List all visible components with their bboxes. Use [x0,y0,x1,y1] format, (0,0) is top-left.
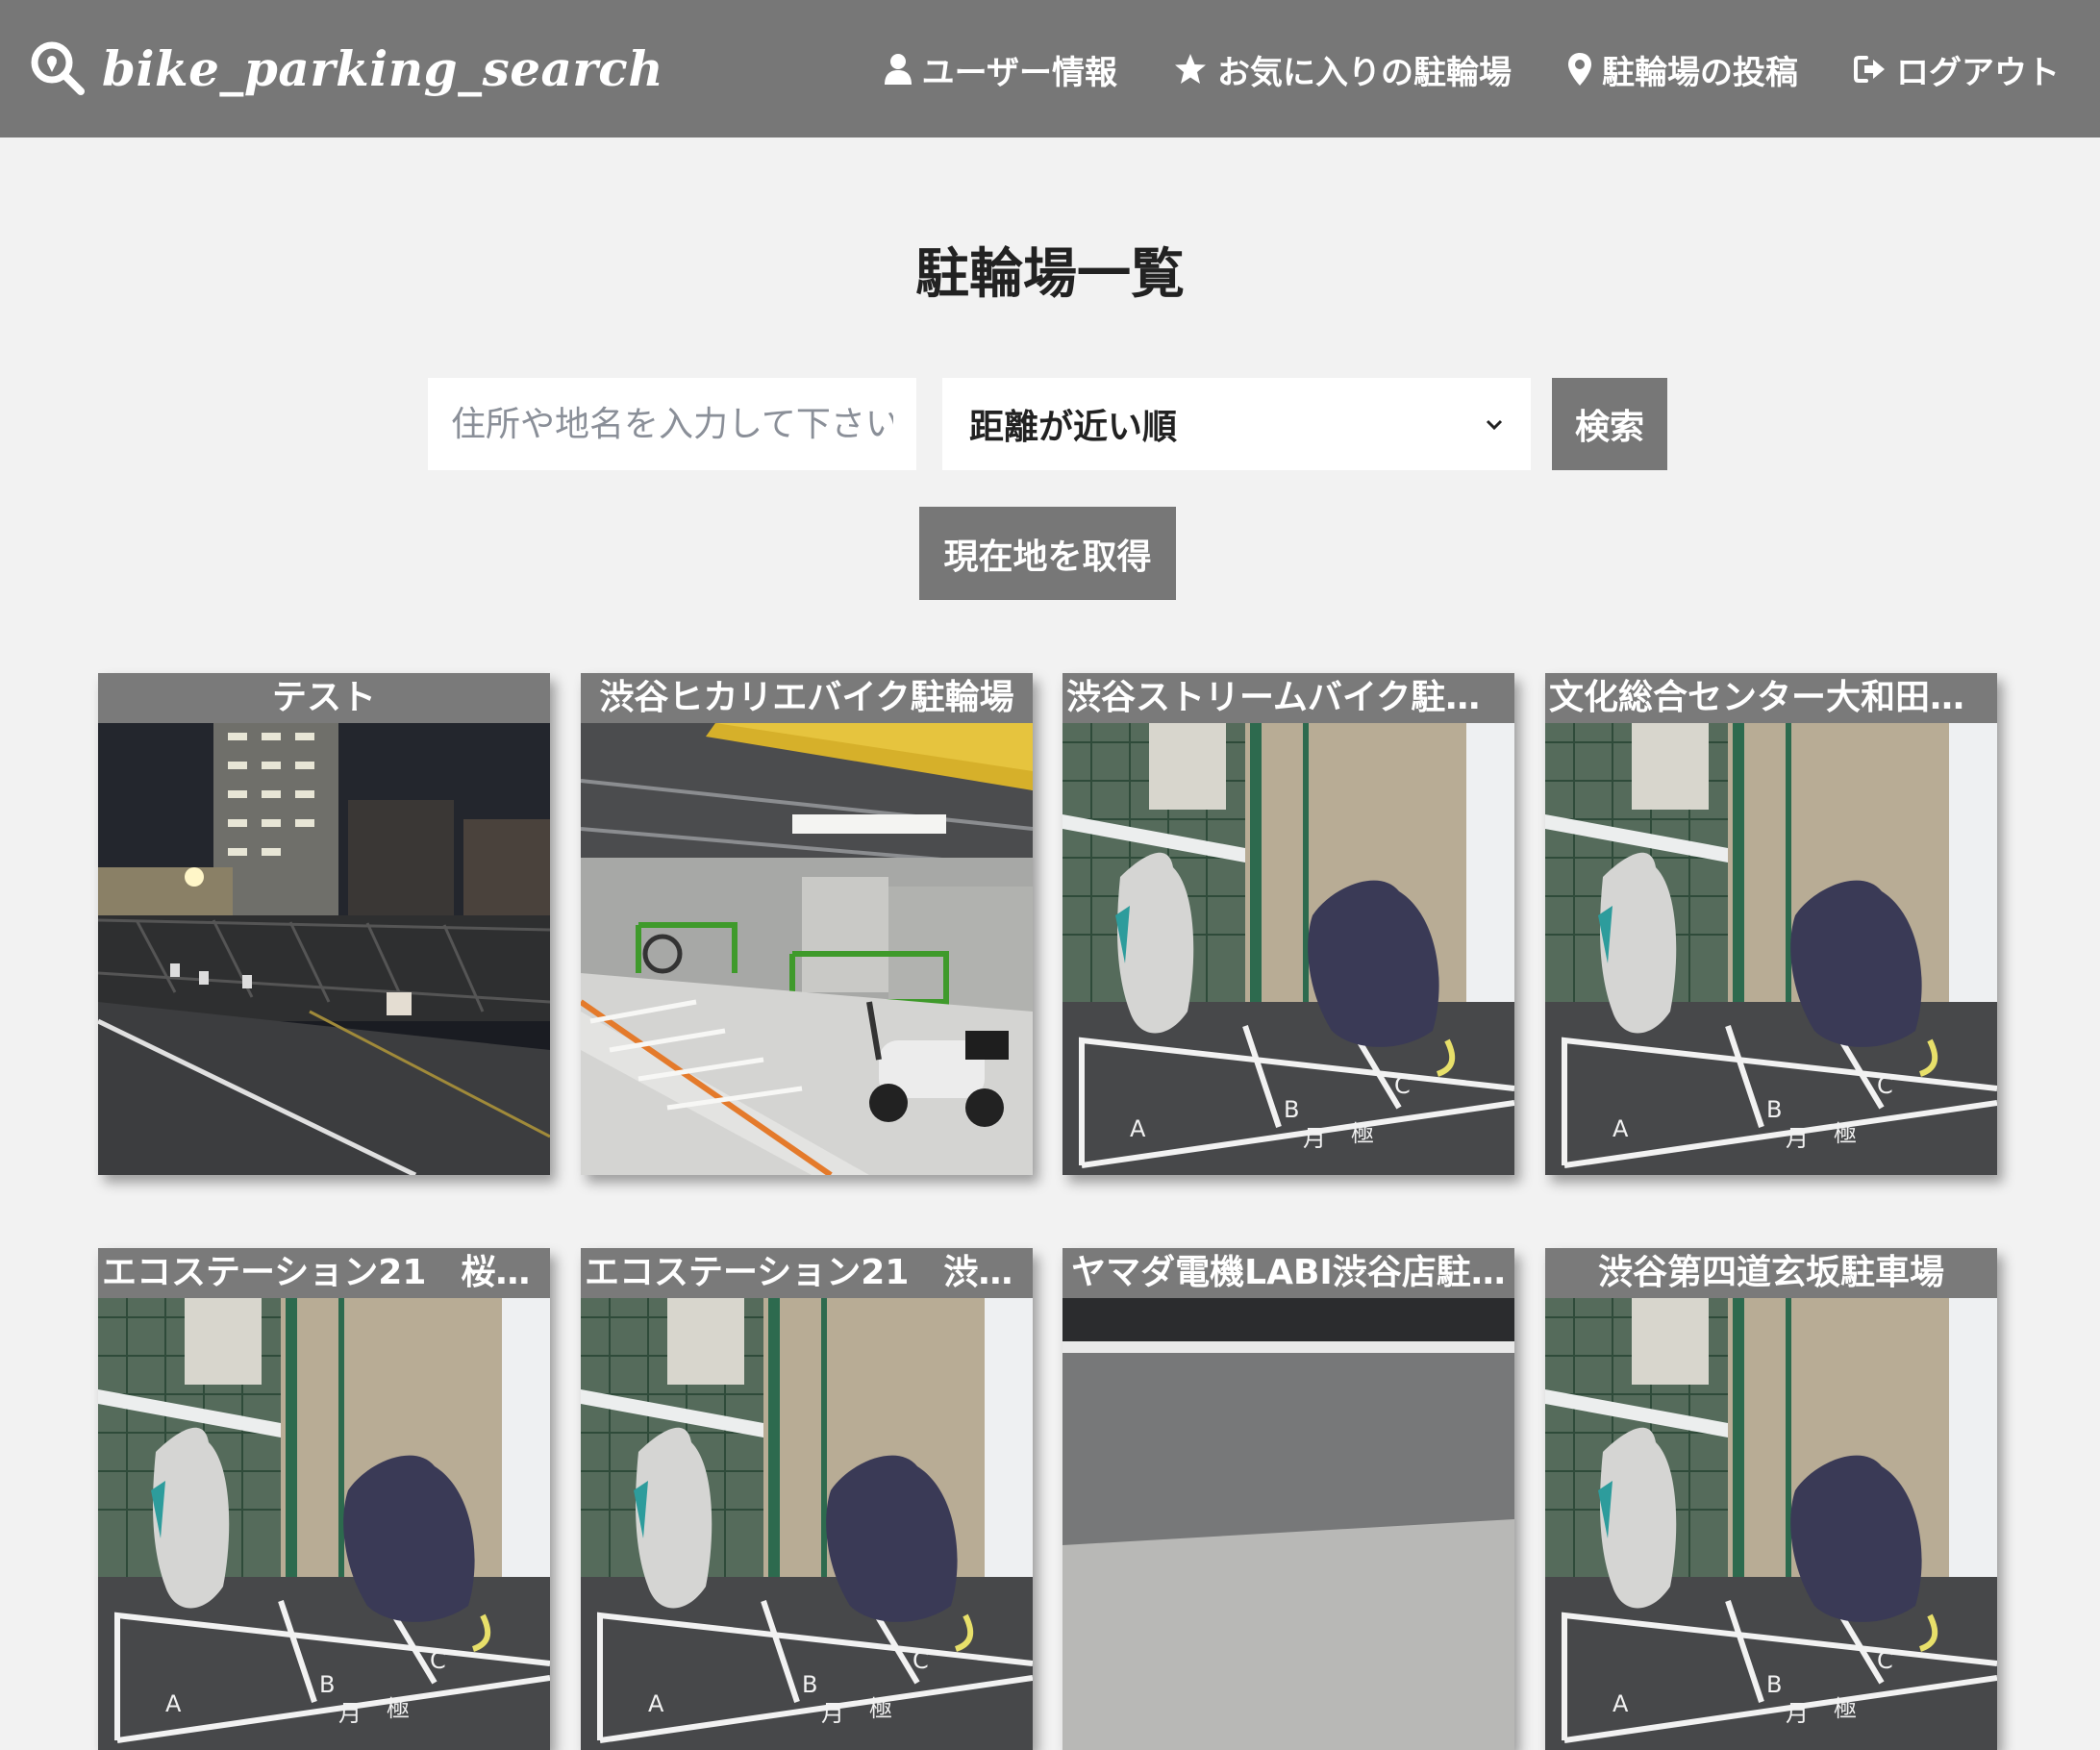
parking-photo [1545,1298,1997,1750]
parking-card-title: ヤマダ電機LABI渋谷店駐… [1062,1248,1514,1298]
parking-card-title: エコステーション21 渋谷ヒ… [581,1248,1033,1298]
sort-order-select[interactable]: 距離が近い順 [942,378,1531,470]
nav-post-parking[interactable]: 駐輪場の投稿 [1567,46,1798,93]
brand-link[interactable]: bike_parking_search [29,35,663,102]
get-current-location-button[interactable]: 現在地を取得 [919,507,1176,600]
logout-icon [1854,56,1885,83]
parking-photo [1062,723,1514,1175]
parking-photo [98,723,550,1175]
parking-card[interactable]: 渋谷第四道玄坂駐車場 [1545,1248,1997,1750]
parking-card[interactable]: テスト [98,673,550,1175]
nav-logout[interactable]: ログアウト [1854,46,2060,93]
parking-card[interactable]: エコステーション21 渋谷ヒ… [581,1248,1033,1750]
top-navbar: bike_parking_search ユーザー情報 お気に入りの駐輪場 駐輪場… [0,0,2100,138]
address-search-input[interactable] [428,378,916,470]
parking-card-title: 渋谷ストリームバイク駐輪場 [1062,673,1514,723]
parking-photo [98,1298,550,1750]
parking-card[interactable]: 渋谷ヒカリエバイク駐輪場 [581,673,1033,1175]
parking-photo [581,1298,1033,1750]
nav-favorites[interactable]: お気に入りの駐輪場 [1173,46,1512,93]
nav-logout-label: ログアウト [1896,53,2060,92]
parking-card-title: 渋谷第四道玄坂駐車場 [1545,1248,1997,1298]
parking-card[interactable]: ヤマダ電機LABI渋谷店駐… [1062,1248,1514,1750]
page-title: 駐輪場一覧 [915,243,1185,306]
search-location-icon [31,41,85,95]
parking-photo [1062,1298,1514,1750]
sort-selected-value: 距離が近い順 [969,408,1178,447]
main-nav: ユーザー情報 お気に入りの駐輪場 駐輪場の投稿 ログアウト [828,42,2060,96]
parking-card[interactable]: 文化総合センター大和田駐… [1545,673,1997,1175]
parking-card-title: 渋谷ヒカリエバイク駐輪場 [581,673,1033,723]
brand-title: bike_parking_search [102,39,664,97]
parking-photo [1545,723,1997,1175]
user-icon [884,54,912,85]
nav-user-info-label: ユーザー情報 [921,53,1117,92]
nav-post-parking-label: 駐輪場の投稿 [1602,53,1798,92]
parking-card[interactable]: エコステーション21 桜丘… [98,1248,550,1750]
chevron-down-icon [1486,419,1503,431]
parking-card-title: 文化総合センター大和田駐… [1545,673,1997,723]
parking-card-title: テスト [98,673,550,723]
parking-card-title: エコステーション21 桜丘… [98,1248,550,1298]
nav-user-info[interactable]: ユーザー情報 [884,46,1117,93]
map-pin-icon [1568,53,1591,86]
parking-card[interactable]: 渋谷ストリームバイク駐輪場 [1062,673,1514,1175]
nav-favorites-label: お気に入りの駐輪場 [1217,53,1512,92]
star-icon [1175,54,1206,84]
search-button[interactable]: 検索 [1552,378,1667,470]
parking-photo [581,723,1033,1175]
